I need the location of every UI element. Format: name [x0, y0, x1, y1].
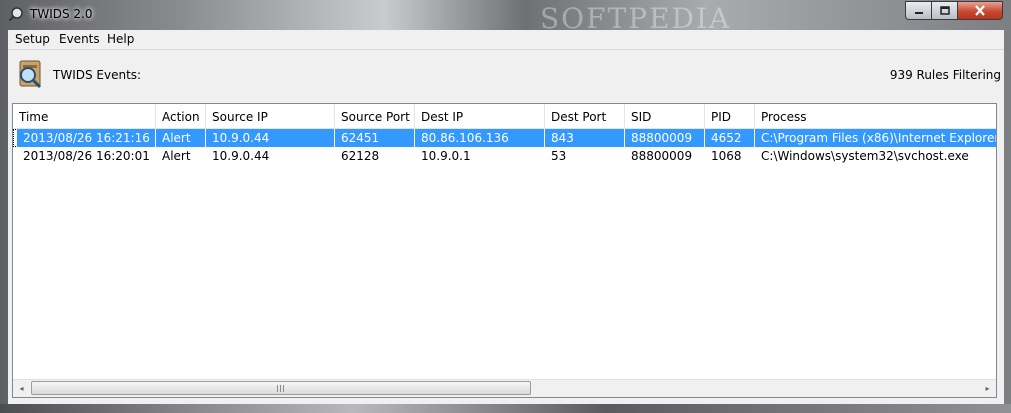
maximize-icon [939, 6, 950, 15]
cell-time: 2013/08/26 16:20:01 [23, 149, 150, 163]
list-header: Time Action Source IP Source Port Dest I… [13, 104, 996, 129]
title-bar[interactable]: TWIDS 2.0 SOFTPEDIA [0, 0, 1011, 35]
cell-pid: 1068 [711, 149, 742, 163]
cell-action: Alert [156, 129, 206, 147]
cell-source-ip: 10.9.0.44 [206, 129, 335, 147]
cell-process: C:\Program Files (x86)\Internet Explorer… [755, 129, 996, 147]
events-label: TWIDS Events: [53, 68, 142, 82]
cell-source-port: 62128 [341, 149, 380, 163]
cell-action: Alert [162, 149, 191, 163]
column-header-source-port[interactable]: Source Port [335, 104, 415, 128]
column-header-pid[interactable]: PID [705, 104, 755, 128]
column-header-action[interactable]: Action [156, 104, 206, 128]
close-button[interactable] [958, 1, 1003, 20]
main-panel: TWIDS Events: 939 Rules Filtering Time A… [8, 50, 1004, 404]
horizontal-scrollbar[interactable]: ◂ ▸ [13, 379, 996, 397]
minimize-button[interactable] [905, 1, 932, 20]
app-window: TWIDS 2.0 SOFTPEDIA Setup Events Help TW… [0, 0, 1011, 413]
maximize-button[interactable] [932, 1, 958, 20]
menu-events[interactable]: Events [53, 32, 106, 46]
cell-pid: 4652 [705, 129, 755, 147]
column-header-sid[interactable]: SID [625, 104, 705, 128]
caption-buttons [905, 1, 1003, 20]
column-header-time[interactable]: Time [13, 104, 156, 128]
rules-filtering-count: 939 Rules Filtering [889, 68, 1001, 82]
cell-source-ip: 10.9.0.44 [212, 149, 270, 163]
column-header-process[interactable]: Process [755, 104, 996, 128]
events-list[interactable]: Time Action Source IP Source Port Dest I… [12, 103, 997, 398]
scrollbar-thumb[interactable] [31, 381, 531, 395]
scroll-left-button[interactable]: ◂ [13, 380, 30, 397]
cell-sid: 88800009 [631, 149, 693, 163]
magnifier-document-icon [19, 60, 42, 89]
cell-sid: 88800009 [625, 129, 705, 147]
window-bottom-border [0, 404, 1011, 413]
cell-dest-port: 843 [545, 129, 625, 147]
cell-dest-port: 53 [551, 149, 567, 163]
cell-process: C:\Windows\system32\svchost.exe [761, 149, 969, 163]
column-header-dest-ip[interactable]: Dest IP [415, 104, 545, 128]
cell-time: 2013/08/26 16:21:16 [17, 129, 156, 147]
minimize-icon [914, 11, 923, 14]
chevron-left-icon: ◂ [19, 384, 24, 393]
cell-source-port: 62451 [335, 129, 415, 147]
close-icon [975, 5, 985, 16]
menu-bar: Setup Events Help [8, 30, 1004, 50]
window-title: TWIDS 2.0 [30, 7, 93, 21]
grip-icon [277, 385, 285, 392]
column-header-dest-port[interactable]: Dest Port [545, 104, 625, 128]
app-magnifier-icon [8, 7, 23, 22]
cell-dest-ip: 80.86.106.136 [415, 129, 545, 147]
chevron-right-icon: ▸ [985, 384, 990, 393]
cell-dest-ip: 10.9.0.1 [421, 149, 471, 163]
column-header-source-ip[interactable]: Source IP [206, 104, 335, 128]
table-row[interactable]: 2013/08/26 16:21:16 Alert 10.9.0.44 6245… [13, 129, 996, 147]
menu-help[interactable]: Help [101, 32, 140, 46]
menu-setup[interactable]: Setup [9, 32, 56, 46]
scroll-right-button[interactable]: ▸ [979, 380, 996, 397]
table-row[interactable]: 2013/08/26 16:20:01 Alert 10.9.0.44 6212… [13, 147, 996, 165]
